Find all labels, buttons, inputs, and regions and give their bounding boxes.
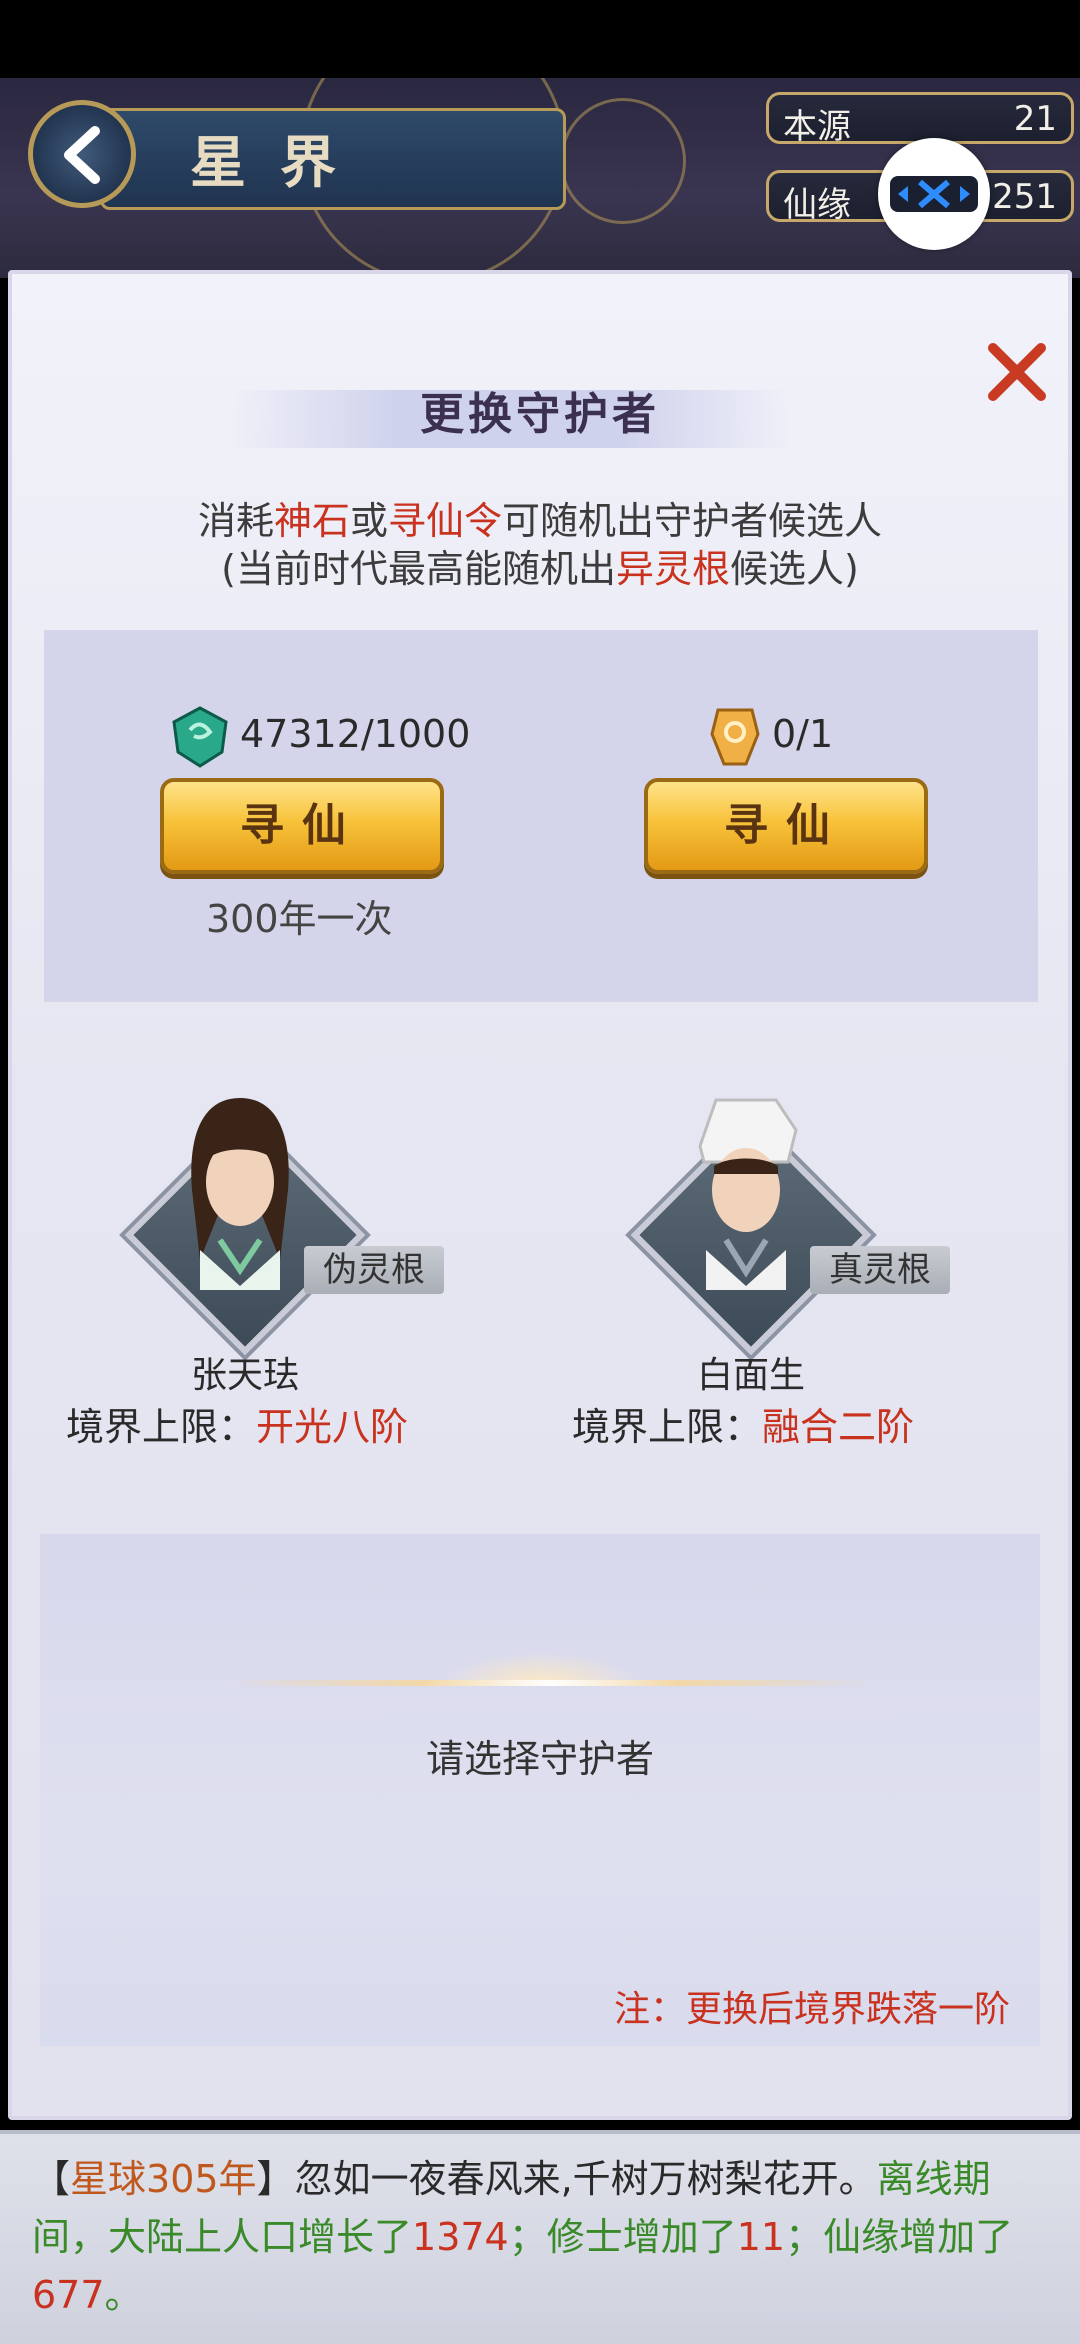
candidate-name: 白面生 xyxy=(696,1355,805,1396)
candidate-realm: 境界上限：开光八阶 xyxy=(66,1396,408,1451)
log-offline-text: ；修士增加了 xyxy=(508,2215,737,2259)
candidate-name: 张天珐 xyxy=(190,1355,299,1396)
event-log-text: 【星球305年】忽如一夜春风来,千树万树梨花开。离线期间，大陆上人口增长了137… xyxy=(32,2150,1052,2324)
spirit-root-tag: 真灵根 xyxy=(810,1246,950,1294)
resource-label: 仙缘 xyxy=(783,185,851,225)
candidate-avatar xyxy=(698,1098,798,1290)
log-fate: 677 xyxy=(32,2273,105,2317)
cooldown-text: 300年一次 xyxy=(206,897,393,941)
highlight-root: 异灵根 xyxy=(615,547,730,591)
spirit-root-tag: 伪灵根 xyxy=(304,1246,444,1294)
choose-guardian-prompt: 请选择守护者 xyxy=(425,1737,654,1781)
assistant-icon xyxy=(890,176,978,212)
seek-token-count: 0/1 xyxy=(772,712,834,756)
selection-panel xyxy=(40,1534,1040,2046)
spirit-stone-icon xyxy=(172,706,228,768)
chevron-left-icon xyxy=(64,126,100,184)
desc-text: 可随机出守护者候选人 xyxy=(502,499,883,543)
back-button[interactable] xyxy=(28,100,136,208)
warning-note: 注：更换后境界跌落一阶 xyxy=(613,1989,1010,2030)
decor-swirl xyxy=(560,98,686,224)
glow-divider xyxy=(230,1680,870,1686)
log-message: 忽如一夜春风来,千树万树梨花开。 xyxy=(294,2157,877,2201)
desc-text: 或 xyxy=(349,499,388,543)
page-title: 星界 xyxy=(190,130,370,196)
log-cultivators: 11 xyxy=(736,2215,786,2259)
realm-label: 境界上限： xyxy=(66,1405,257,1449)
resource-value: 21 xyxy=(1013,99,1057,139)
item-divine-stone: 神石 xyxy=(273,499,350,543)
description-line-1: 消耗神石或寻仙令可随机出守护者候选人 xyxy=(0,490,1080,545)
log-offline-text: 。 xyxy=(104,2273,143,2317)
divine-stone-count: 47312/1000 xyxy=(240,712,471,756)
log-offline-text: ；仙缘增加了 xyxy=(785,2215,1014,2259)
candidate-realm: 境界上限：融合二阶 xyxy=(572,1396,914,1451)
seek-token-icon xyxy=(710,708,760,766)
log-bracket: 【 xyxy=(32,2157,71,2201)
item-seek-token: 寻仙令 xyxy=(388,499,503,543)
status-bar xyxy=(0,0,1080,78)
log-bracket: 】 xyxy=(256,2157,295,2201)
description-line-2: (当前时代最高能随机出异灵根候选人) xyxy=(0,538,1080,593)
log-population: 1374 xyxy=(412,2215,509,2259)
realm-value: 开光八阶 xyxy=(256,1405,409,1449)
log-year: 星球305年 xyxy=(70,2157,257,2201)
realm-label: 境界上限： xyxy=(572,1405,763,1449)
resource-origin: 本源 21 xyxy=(766,92,1074,147)
desc-text: 消耗 xyxy=(197,499,274,543)
floating-assistant-button[interactable] xyxy=(878,138,990,250)
desc-text: (当前时代最高能随机出 xyxy=(221,547,616,591)
realm-value: 融合二阶 xyxy=(762,1405,915,1449)
resource-label: 本源 xyxy=(783,107,851,147)
desc-text: 候选人) xyxy=(730,547,859,591)
dialog-title: 更换守护者 xyxy=(420,389,660,440)
seek-with-token-button[interactable]: 寻仙 xyxy=(644,778,928,874)
candidate-avatar xyxy=(191,1098,289,1290)
seek-with-stone-button[interactable]: 寻仙 xyxy=(160,778,444,874)
